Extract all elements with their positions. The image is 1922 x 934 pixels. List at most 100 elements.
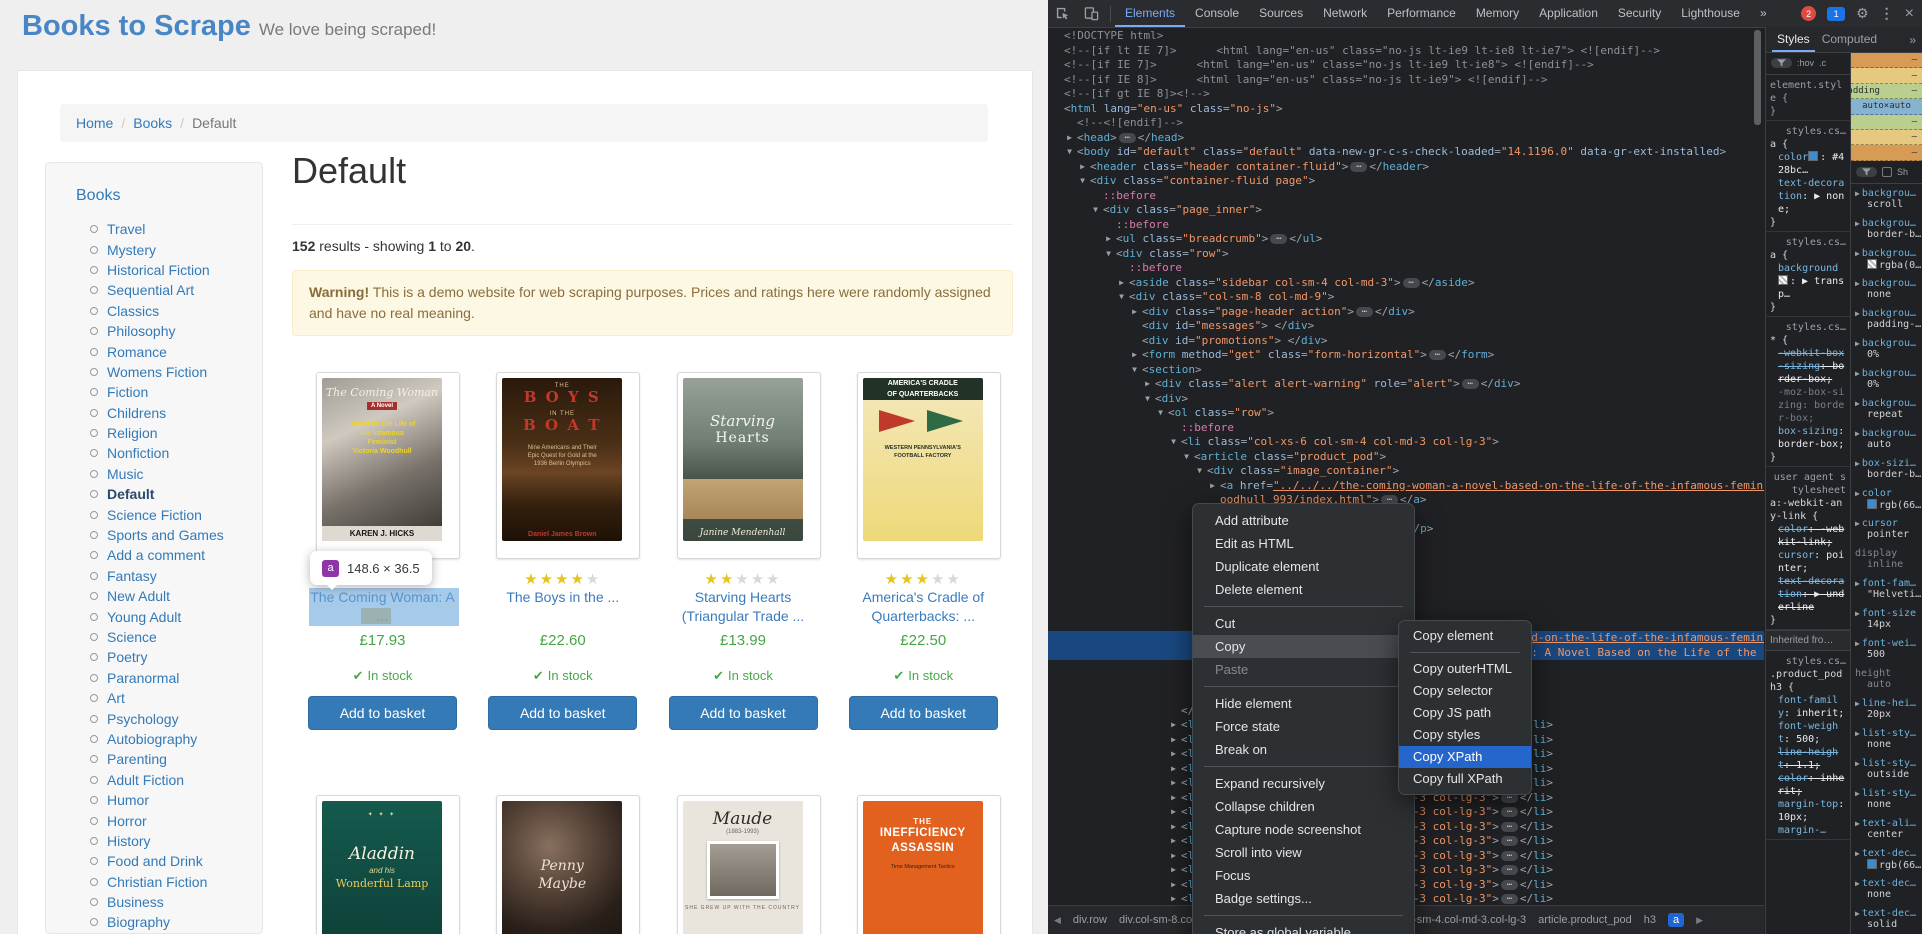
computed-property[interactable]: ▶text-dec…solid <box>1851 906 1922 934</box>
book-cover-link[interactable]: StarvingHeartsJanine Mendenhall <box>677 372 821 559</box>
tree-collapse-arrow-icon[interactable]: ▶ <box>1168 776 1179 791</box>
sidebar-item-philosophy[interactable]: Philosophy <box>90 321 262 341</box>
expand-inline-icon[interactable]: … <box>1270 234 1287 244</box>
computed-property[interactable]: ▶backgrou…padding-… <box>1851 306 1922 336</box>
sidebar-item-science-fiction[interactable]: Science Fiction <box>90 504 262 524</box>
tree-collapse-arrow-icon[interactable]: ▶ <box>1168 733 1179 748</box>
dom-tree-row[interactable]: ▼<div> <box>1048 392 1764 407</box>
tree-collapse-arrow-icon[interactable]: ▶ <box>1129 348 1140 363</box>
css-declaration[interactable]: color: inherit; <box>1770 772 1846 798</box>
computed-property[interactable]: ▶backgrou…rgba(0… <box>1851 246 1922 276</box>
filter-toggle--c[interactable]: .c <box>1819 57 1826 70</box>
dom-tree-row[interactable]: ::before <box>1048 261 1764 276</box>
computed-property[interactable]: ▶font-size14px <box>1851 606 1922 636</box>
breadcrumb-books[interactable]: Books <box>133 115 172 131</box>
box-model-content[interactable]: auto×auto <box>1851 99 1922 114</box>
tree-expand-arrow-icon[interactable]: ▼ <box>1181 450 1192 465</box>
tree-expand-arrow-icon[interactable]: ▼ <box>1142 392 1153 407</box>
css-declaration[interactable]: color: #428bc… <box>1770 151 1846 177</box>
tab-network[interactable]: Network <box>1313 0 1377 27</box>
kebab-menu-icon[interactable]: ⋮ <box>1880 5 1894 22</box>
sidebar-item-classics[interactable]: Classics <box>90 301 262 321</box>
device-toolbar-icon[interactable] <box>1077 6 1106 21</box>
book-title-link[interactable]: America's Cradle ofQuarterbacks: ... <box>849 588 998 625</box>
sidebar-item-childrens[interactable]: Childrens <box>90 403 262 423</box>
sidebar-item-christian-fiction[interactable]: Christian Fiction <box>90 872 262 892</box>
tree-collapse-arrow-icon[interactable]: ▶ <box>1142 377 1153 392</box>
sidebar-item-nonfiction[interactable]: Nonfiction <box>90 443 262 463</box>
expand-arrow-icon[interactable]: ▶ <box>1855 459 1860 468</box>
tree-collapse-arrow-icon[interactable]: ▶ <box>1168 747 1179 762</box>
sidebar-item-art[interactable]: Art <box>90 688 262 708</box>
expand-inline-icon[interactable]: … <box>1403 278 1420 288</box>
menu-item-force-state[interactable]: Force state› <box>1193 715 1414 738</box>
expand-inline-icon[interactable]: … <box>1501 894 1518 904</box>
menu-item-focus[interactable]: Focus <box>1193 864 1414 887</box>
expand-arrow-icon[interactable]: ▶ <box>1855 879 1860 888</box>
sidebar-books-link[interactable]: Books <box>76 187 262 205</box>
expand-arrow-icon[interactable]: ▶ <box>1855 819 1860 828</box>
stylesheet-link[interactable]: styles.cs… <box>1770 125 1846 138</box>
dom-tree-row[interactable]: ▶<aside class="sidebar col-sm-4 col-md-3… <box>1048 276 1764 291</box>
filter-funnel-icon[interactable] <box>1856 167 1877 177</box>
crumb-scroll-right-icon[interactable]: ▶ <box>1696 915 1703 926</box>
expand-arrow-icon[interactable]: ▶ <box>1855 429 1860 438</box>
tab-sources[interactable]: Sources <box>1249 0 1313 27</box>
dom-tree-row[interactable]: <!DOCTYPE html> <box>1048 29 1764 44</box>
computed-property[interactable]: ▶backgrou…0% <box>1851 366 1922 396</box>
menu-item-copy[interactable]: Copy› <box>1193 635 1414 658</box>
book-cover-link[interactable]: ✦ ✦ ✦Aladdinand hisWonderful Lamp <box>316 795 460 934</box>
sidebar-item-humor[interactable]: Humor <box>90 790 262 810</box>
menu-item-store-as-global-variable[interactable]: Store as global variable <box>1193 921 1414 934</box>
tree-collapse-arrow-icon[interactable]: ▶ <box>1168 805 1179 820</box>
computed-property[interactable]: ▶backgrou…auto <box>1851 426 1922 456</box>
menu-item-hide-element[interactable]: Hide element <box>1193 692 1414 715</box>
stylesheet-link[interactable]: styles.cs… <box>1770 236 1846 249</box>
sidebar-item-womens-fiction[interactable]: Womens Fiction <box>90 362 262 382</box>
sidebar-item-travel[interactable]: Travel <box>90 219 262 239</box>
computed-property[interactable]: ▶backgrou…0% <box>1851 336 1922 366</box>
css-declaration[interactable]: text-decoration: ▶ none; <box>1770 177 1846 216</box>
sidebar-item-music[interactable]: Music <box>90 464 262 484</box>
sidebar-item-business[interactable]: Business <box>90 892 262 912</box>
dom-tree-row[interactable]: <!--[if lt IE 7]> <html lang="en-us" cla… <box>1048 44 1764 59</box>
expand-arrow-icon[interactable]: ▶ <box>1855 189 1860 198</box>
css-declaration[interactable]: margin-… <box>1770 824 1846 837</box>
expand-arrow-icon[interactable]: ▶ <box>1855 729 1860 738</box>
expand-inline-icon[interactable]: … <box>1501 880 1518 890</box>
tree-expand-arrow-icon[interactable]: ▼ <box>1168 435 1179 450</box>
sidebar-item-mystery[interactable]: Mystery <box>90 239 262 259</box>
computed-property[interactable]: ▶list-sty…outside <box>1851 756 1922 786</box>
tree-collapse-arrow-icon[interactable]: ▶ <box>1168 863 1179 878</box>
tab-security[interactable]: Security <box>1608 0 1671 27</box>
sidebar-item-add-a-comment[interactable]: Add a comment <box>90 545 262 565</box>
inspect-element-icon[interactable] <box>1048 6 1077 21</box>
breadcrumb-div-row[interactable]: div.row <box>1073 914 1107 926</box>
sidebar-item-horror[interactable]: Horror <box>90 810 262 830</box>
site-logo[interactable]: Books to Scrape <box>22 10 251 42</box>
close-devtools-icon[interactable]: × <box>1905 5 1914 23</box>
stylesheet-link[interactable]: styles.cs… <box>1770 655 1846 668</box>
dom-tree-row[interactable]: ▼<article class="product_pod"> <box>1048 450 1764 465</box>
expand-arrow-icon[interactable]: ▶ <box>1855 399 1860 408</box>
tab-application[interactable]: Application <box>1529 0 1608 27</box>
submenu-item-copy-outerhtml[interactable]: Copy outerHTML <box>1399 658 1531 680</box>
expand-arrow-icon[interactable]: ▶ <box>1855 609 1860 618</box>
box-model-border[interactable]: – <box>1851 130 1922 145</box>
dom-tree-row[interactable]: <html lang="en-us" class="no-js"> <box>1048 102 1764 117</box>
show-all-checkbox[interactable] <box>1882 167 1892 177</box>
dom-tree-row[interactable]: ▼<section> <box>1048 363 1764 378</box>
computed-property[interactable]: ▶text-ali…center <box>1851 816 1922 846</box>
sidebar-item-new-adult[interactable]: New Adult <box>90 586 262 606</box>
dom-tree-row[interactable]: <!--[if IE 7]> <html lang="en-us" class=… <box>1048 58 1764 73</box>
sidebar-item-religion[interactable]: Religion <box>90 423 262 443</box>
computed-property[interactable]: ▶text-dec…none <box>1851 876 1922 906</box>
error-count-badge[interactable]: 2 <box>1801 6 1816 21</box>
crumb-scroll-left-icon[interactable]: ◀ <box>1054 915 1061 926</box>
sidebar-item-adult-fiction[interactable]: Adult Fiction <box>90 770 262 790</box>
color-swatch[interactable] <box>1867 859 1877 869</box>
tree-collapse-arrow-icon[interactable]: ▶ <box>1168 878 1179 893</box>
tab-elements[interactable]: Elements <box>1115 0 1185 27</box>
more-tabs-chevron[interactable]: » <box>1750 0 1777 27</box>
sidebar-item-poetry[interactable]: Poetry <box>90 647 262 667</box>
